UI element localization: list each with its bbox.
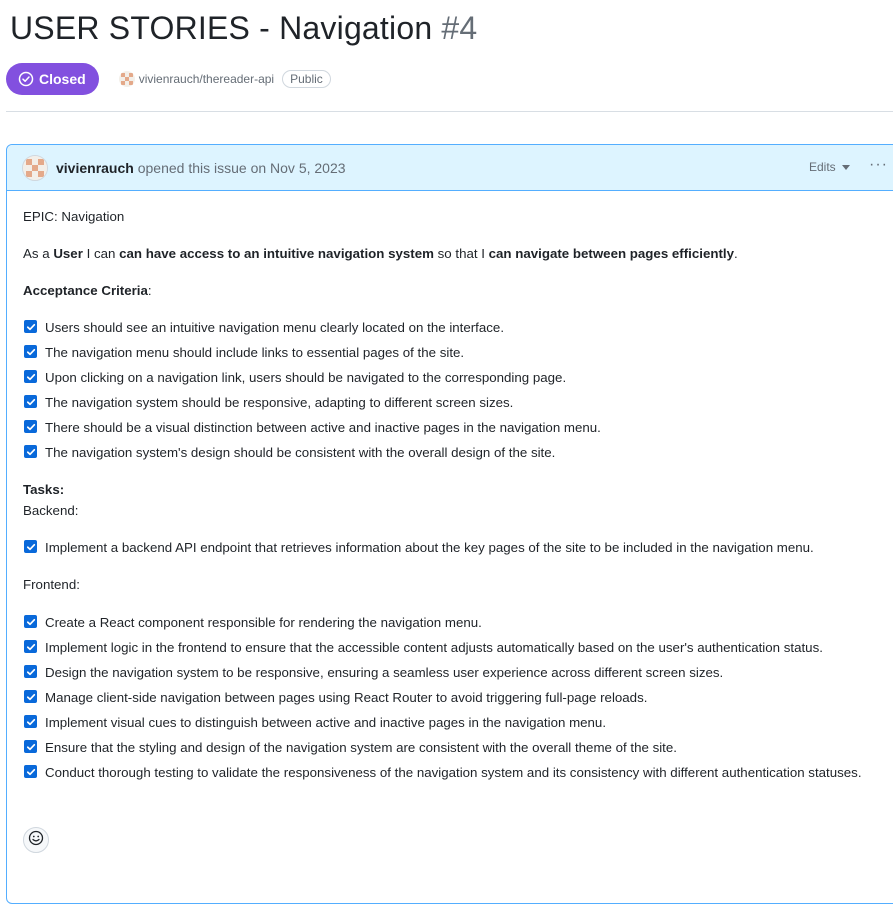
opened-text: opened this issue on Nov 5, 2023 [137, 159, 346, 176]
checkbox-icon[interactable] [24, 540, 37, 553]
task-list-item: Design the navigation system to be respo… [23, 662, 883, 683]
epic-line: EPIC: Navigation [23, 209, 125, 224]
task-list-item: Implement visual cues to distinguish bet… [23, 712, 883, 733]
task-label: The navigation system should be responsi… [45, 395, 514, 410]
task-label: Manage client-side navigation between pa… [45, 690, 648, 705]
checkbox-icon[interactable] [24, 715, 37, 728]
task-label: Upon clicking on a navigation link, user… [45, 370, 567, 385]
checkbox-icon[interactable] [24, 370, 37, 383]
task-list-item: The navigation menu should include links… [23, 342, 883, 363]
task-label: The navigation system's design should be… [45, 445, 556, 460]
task-list-item: Implement a backend API endpoint that re… [23, 537, 883, 558]
repo-name[interactable]: vivienrauch/thereader-api [139, 72, 274, 86]
task-list-item: Users should see an intuitive navigation… [23, 317, 883, 338]
edits-label: Edits [809, 160, 836, 174]
task-list-item: The navigation system should be responsi… [23, 392, 883, 413]
task-label: Ensure that the styling and design of th… [45, 740, 677, 755]
task-label: Implement logic in the frontend to ensur… [45, 640, 823, 655]
checkbox-icon[interactable] [24, 640, 37, 653]
author-link[interactable]: vivienrauch [56, 160, 134, 176]
edits-dropdown[interactable]: Edits [809, 160, 850, 174]
task-list-item: Create a React component responsible for… [23, 612, 883, 633]
issue-comment: vivienrauch opened this issue on Nov 5, … [6, 144, 893, 904]
checkbox-icon[interactable] [24, 765, 37, 778]
checkbox-icon[interactable] [24, 420, 37, 433]
task-list-item: Conduct thorough testing to validate the… [23, 762, 883, 783]
task-list-item: Upon clicking on a navigation link, user… [23, 367, 883, 388]
user-story: As a User I can can have access to an in… [23, 246, 738, 261]
task-label: Implement visual cues to distinguish bet… [45, 715, 607, 730]
task-list-item: Manage client-side navigation between pa… [23, 687, 883, 708]
checkbox-icon[interactable] [24, 445, 37, 458]
caret-down-icon [841, 164, 850, 170]
task-label: Conduct thorough testing to validate the… [45, 765, 862, 780]
checkbox-icon[interactable] [24, 665, 37, 678]
status-label: Closed [39, 71, 86, 87]
check-circle-icon [18, 71, 34, 87]
task-list-item: The navigation system's design should be… [23, 442, 883, 463]
task-label: The navigation menu should include links… [45, 345, 465, 360]
checkbox-icon[interactable] [24, 320, 37, 333]
task-label: Users should see an intuitive navigation… [45, 320, 505, 335]
checkbox-icon[interactable] [24, 740, 37, 753]
divider [6, 111, 893, 112]
issue-title: USER STORIES - Navigation #4 [10, 10, 477, 47]
acceptance-heading: Acceptance Criteria: [23, 283, 152, 298]
task-label: Create a React component responsible for… [45, 615, 482, 630]
status-badge: Closed [6, 63, 99, 95]
smiley-icon [28, 830, 44, 851]
repo-link[interactable]: vivienrauch/thereader-api [118, 71, 274, 87]
backend-heading: Backend: [23, 503, 79, 518]
issue-meta: Closed vivienrauch/thereader-api Public [6, 63, 331, 95]
tasks-heading: Tasks: [23, 482, 65, 497]
issue-title-text: USER STORIES - Navigation [10, 10, 433, 46]
task-list-item: Implement logic in the frontend to ensur… [23, 637, 883, 658]
task-label: Implement a backend API endpoint that re… [45, 540, 814, 555]
checkbox-icon[interactable] [24, 690, 37, 703]
checkbox-icon[interactable] [24, 345, 37, 358]
comment-header-text: vivienrauch opened this issue on Nov 5, … [56, 160, 346, 176]
add-reaction-button[interactable] [23, 827, 49, 853]
checkbox-icon[interactable] [24, 395, 37, 408]
visibility-badge: Public [282, 70, 331, 88]
issue-number: #4 [441, 10, 478, 46]
task-list-item: Ensure that the styling and design of th… [23, 737, 883, 758]
frontend-heading: Frontend: [23, 577, 80, 592]
avatar-icon [118, 71, 135, 87]
kebab-icon[interactable]: ··· [869, 157, 888, 173]
task-label: Design the navigation system to be respo… [45, 665, 724, 680]
avatar[interactable] [22, 154, 48, 181]
checkbox-icon[interactable] [24, 615, 37, 628]
task-label: There should be a visual distinction bet… [45, 420, 601, 435]
task-list-item: There should be a visual distinction bet… [23, 417, 883, 438]
comment-header: vivienrauch opened this issue on Nov 5, … [7, 145, 893, 191]
